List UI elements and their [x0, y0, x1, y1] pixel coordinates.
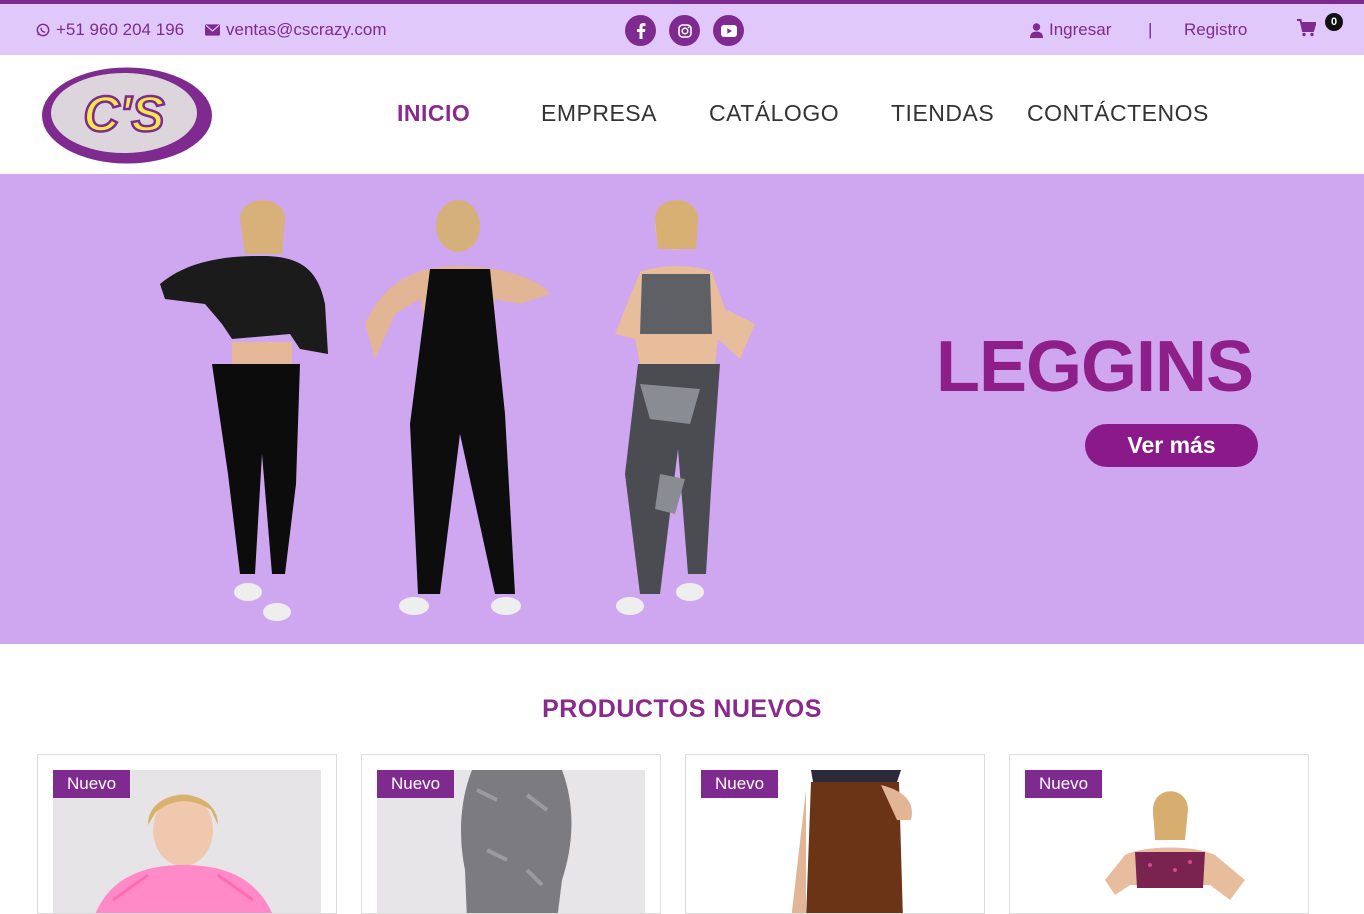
- instagram-link[interactable]: [669, 15, 700, 46]
- cart-count-badge: 0: [1325, 13, 1343, 31]
- instagram-icon: [677, 23, 692, 38]
- product-card[interactable]: Nuevo: [37, 754, 337, 914]
- nav-empresa[interactable]: EMPRESA: [541, 100, 657, 127]
- whatsapp-icon: [36, 23, 50, 37]
- top-bar: +51 960 204 196 ventas@cscrazy.com Ingre…: [0, 0, 1364, 55]
- model-1: [160, 200, 328, 621]
- model-2: [365, 200, 550, 615]
- new-badge: Nuevo: [1025, 770, 1103, 798]
- email-text: ventas@cscrazy.com: [226, 20, 387, 39]
- product-card[interactable]: Nuevo: [1009, 754, 1309, 914]
- nav-tiendas[interactable]: TIENDAS: [891, 100, 994, 127]
- nav-catalogo[interactable]: CATÁLOGO: [709, 100, 839, 127]
- phone-link[interactable]: +51 960 204 196: [36, 20, 184, 40]
- hero-ver-mas-button[interactable]: Ver más: [1085, 424, 1258, 467]
- login-link[interactable]: Ingresar: [1030, 20, 1111, 40]
- user-icon: [1030, 22, 1043, 38]
- new-badge: Nuevo: [701, 770, 779, 798]
- hero-models-image: [160, 200, 755, 621]
- shopping-cart-icon: [1297, 19, 1317, 37]
- svg-text:C'S: C'S: [83, 86, 164, 142]
- youtube-link[interactable]: [713, 15, 744, 46]
- new-badge: Nuevo: [377, 770, 455, 798]
- login-label: Ingresar: [1049, 20, 1112, 39]
- nav-contactenos[interactable]: CONTÁCTENOS: [1027, 100, 1209, 127]
- hero-title: LEGGINS: [936, 327, 1254, 407]
- product-card[interactable]: Nuevo: [685, 754, 985, 914]
- register-label: Registro: [1184, 20, 1248, 39]
- main-header: C'S INICIO EMPRESA CATÁLOGO TIENDAS CONT…: [0, 55, 1364, 174]
- hero-banner[interactable]: LEGGINS Ver más: [0, 174, 1364, 644]
- new-badge: Nuevo: [53, 770, 131, 798]
- phone-text: +51 960 204 196: [56, 20, 185, 39]
- model-3: [615, 200, 755, 615]
- youtube-icon: [720, 24, 737, 37]
- register-link[interactable]: Registro: [1184, 20, 1247, 40]
- section-title-productos-nuevos: PRODUCTOS NUEVOS: [542, 695, 822, 723]
- topbar-separator: |: [1148, 20, 1153, 39]
- product-card[interactable]: Nuevo: [361, 754, 661, 914]
- nav-inicio[interactable]: INICIO: [397, 100, 470, 127]
- facebook-icon: [636, 22, 645, 39]
- email-link[interactable]: ventas@cscrazy.com: [205, 20, 387, 40]
- cart-button[interactable]: [1297, 19, 1317, 42]
- brand-logo[interactable]: C'S: [40, 65, 214, 171]
- envelope-icon: [205, 24, 220, 36]
- facebook-link[interactable]: [625, 15, 656, 46]
